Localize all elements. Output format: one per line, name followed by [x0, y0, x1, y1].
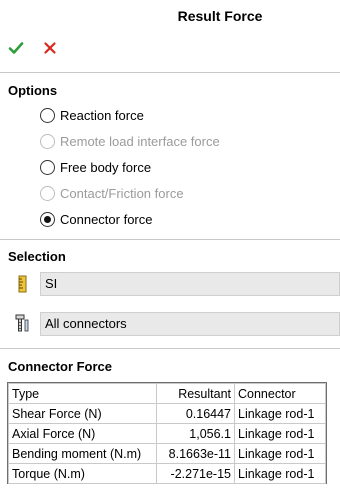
- divider: [0, 239, 340, 240]
- option-label: Remote load interface force: [60, 133, 220, 149]
- cell-type: Axial Force (N): [8, 423, 157, 444]
- cancel-button[interactable]: [42, 40, 58, 56]
- table-row[interactable]: Axial Force (N) 1,056.1 Linkage rod-1: [8, 423, 326, 444]
- divider: [0, 348, 340, 349]
- bolt-connector-icon: [15, 314, 29, 332]
- connectors-dropdown[interactable]: All connectors: [40, 312, 340, 336]
- radio-button[interactable]: [40, 107, 55, 123]
- cell-resultant: 8.1663e-11: [156, 443, 235, 464]
- ruler-icon: [18, 275, 27, 293]
- cell-type: Torque (N.m): [8, 463, 157, 484]
- radio-button: [40, 185, 55, 201]
- cell-connector: Linkage rod-1: [234, 443, 326, 464]
- ok-button[interactable]: [8, 40, 24, 56]
- table-header-row: Type Resultant Connector: [8, 383, 326, 404]
- option-label: Connector force: [60, 211, 153, 227]
- toolbar: [8, 40, 58, 56]
- option-remote-load-interface-force: Remote load interface force: [40, 131, 220, 151]
- table-row[interactable]: Bending moment (N.m) 8.1663e-11 Linkage …: [8, 443, 326, 464]
- option-label: Contact/Friction force: [60, 185, 184, 201]
- option-contact-friction-force: Contact/Friction force: [40, 183, 184, 203]
- cell-connector: Linkage rod-1: [234, 423, 326, 444]
- option-label: Free body force: [60, 159, 152, 175]
- column-header-resultant[interactable]: Resultant: [156, 383, 235, 404]
- dialog-title: Result Force: [177, 8, 263, 24]
- option-connector-force[interactable]: Connector force: [40, 209, 153, 229]
- radio-button[interactable]: [40, 159, 55, 175]
- option-reaction-force[interactable]: Reaction force: [40, 105, 144, 125]
- cell-resultant: 0.16447: [156, 403, 235, 424]
- column-header-type[interactable]: Type: [8, 383, 157, 404]
- selection-heading: Selection: [8, 249, 66, 264]
- close-icon: [44, 42, 56, 54]
- option-free-body-force[interactable]: Free body force: [40, 157, 151, 177]
- cell-type: Shear Force (N): [8, 403, 157, 424]
- radio-button-selected[interactable]: [40, 211, 55, 227]
- divider: [0, 72, 340, 73]
- connector-force-heading: Connector Force: [8, 359, 113, 374]
- connector-force-table[interactable]: Type Resultant Connector Shear Force (N)…: [7, 382, 327, 484]
- checkmark-icon: [8, 42, 24, 54]
- radio-button: [40, 133, 55, 149]
- option-label: Reaction force: [60, 107, 144, 123]
- cell-type: Bending moment (N.m): [8, 443, 157, 464]
- cell-resultant: 1,056.1: [156, 423, 235, 444]
- column-header-connector[interactable]: Connector: [234, 383, 326, 404]
- cell-connector: Linkage rod-1: [234, 403, 326, 424]
- units-dropdown[interactable]: SI: [40, 272, 340, 296]
- cell-connector: Linkage rod-1: [234, 463, 326, 484]
- cell-resultant: -2.271e-15: [156, 463, 235, 484]
- table-row[interactable]: Shear Force (N) 0.16447 Linkage rod-1: [8, 403, 326, 424]
- table-row[interactable]: Torque (N.m) -2.271e-15 Linkage rod-1: [8, 463, 326, 484]
- options-heading: Options: [8, 83, 58, 98]
